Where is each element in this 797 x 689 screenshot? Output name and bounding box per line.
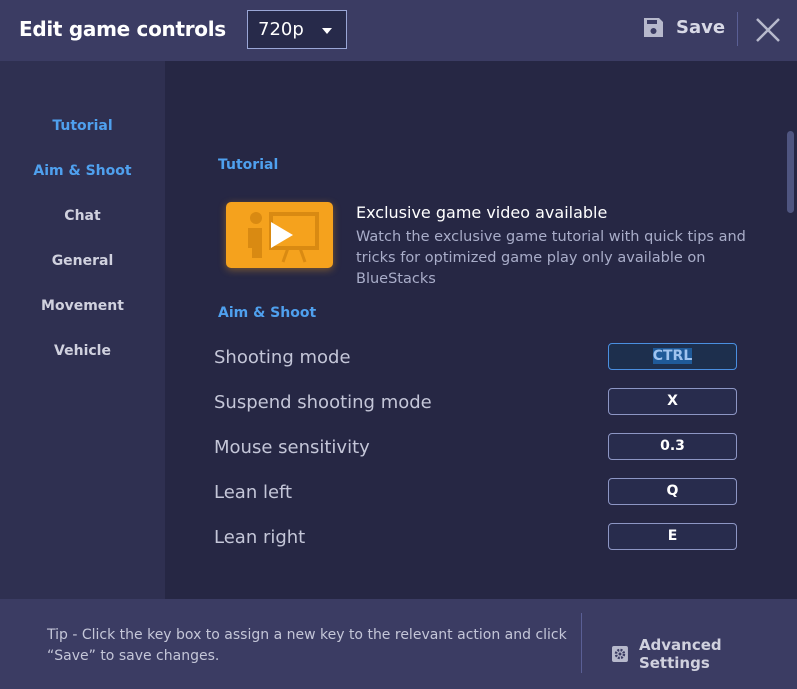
divider [737,12,738,46]
mouse-sensitivity-input[interactable]: 0.3 [608,433,737,460]
key-value: CTRL [652,348,693,364]
control-label: Lean left [214,482,293,503]
control-label: Shooting mode [214,347,351,368]
save-button[interactable]: Save [643,17,725,38]
section-heading-tutorial: Tutorial [218,157,279,173]
sidebar-item-tutorial[interactable]: Tutorial [0,118,165,134]
control-label: Lean right [214,527,306,548]
sidebar-item-vehicle[interactable]: Vehicle [0,343,165,359]
sidebar-item-chat[interactable]: Chat [0,208,165,224]
caret-down-icon [322,28,332,34]
sidebar-item-general[interactable]: General [0,253,165,269]
sidebar-item-movement[interactable]: Movement [0,298,165,314]
divider [581,613,582,673]
key-box-lean-left[interactable]: Q [608,478,737,505]
tip-text: Tip - Click the key box to assign a new … [47,627,567,664]
key-box-suspend-shooting[interactable]: X [608,388,737,415]
control-label: Suspend shooting mode [214,392,432,413]
footer: Tip - Click the key box to assign a new … [0,599,797,689]
close-icon[interactable] [754,16,782,44]
dialog-title: Edit game controls [19,17,226,41]
gear-icon [612,646,628,662]
advanced-settings-button[interactable]: Advanced Settings [612,636,797,672]
section-heading-aim-shoot: Aim & Shoot [218,305,317,321]
header-bar: Edit game controls 720p Save [0,0,797,61]
sidebar: Tutorial Aim & Shoot Chat General Moveme… [0,61,165,599]
save-label: Save [676,17,726,38]
control-label: Mouse sensitivity [214,437,370,458]
video-description: Watch the exclusive game tutorial with q… [356,229,746,287]
tutorial-video-thumbnail[interactable] [226,202,333,268]
advanced-settings-label: Advanced Settings [638,636,722,672]
scrollbar-thumb[interactable] [787,131,794,213]
resolution-value: 720p [258,19,304,40]
save-icon [644,18,663,37]
key-box-shooting-mode[interactable]: CTRL [608,343,737,370]
resolution-dropdown[interactable]: 720p [247,10,347,49]
sidebar-item-aim-shoot[interactable]: Aim & Shoot [0,163,165,179]
video-title: Exclusive game video available [356,203,608,222]
play-tutorial-icon [248,212,319,263]
key-box-lean-right[interactable]: E [608,523,737,550]
